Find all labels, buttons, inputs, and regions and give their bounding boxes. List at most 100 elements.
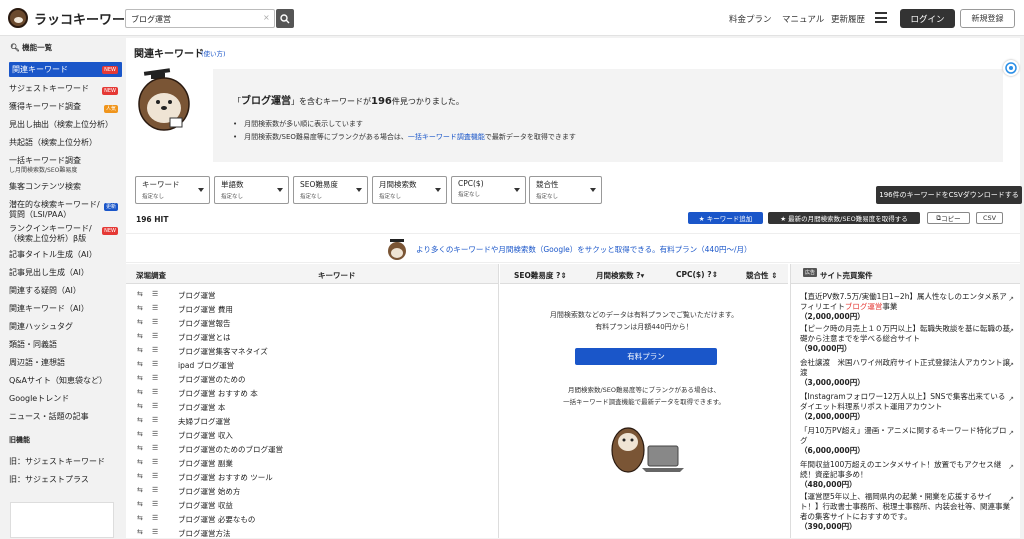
retweet-icon[interactable]: ⇆ [137, 472, 143, 480]
table-row[interactable]: ⇆ ☰ ブログ運営 [126, 288, 498, 301]
list-icon[interactable]: ☰ [152, 486, 158, 494]
col-cpc[interactable]: CPC($) ?⇕ [676, 270, 718, 279]
sidebar-item-lsi[interactable]: 潜在的な検索キーワード/ 質問（LSI/PAA） 更新 [9, 200, 122, 220]
table-row[interactable]: ⇆ ☰ ipad ブログ運営 [126, 358, 498, 371]
retweet-icon[interactable]: ⇆ [137, 528, 143, 536]
fetch-latest-data-button[interactable]: ★ 最新の月間検索数/SEO難易度を取得する [768, 212, 920, 224]
keyword-cell[interactable]: ブログ運営 [178, 290, 216, 301]
sidebar-item-content-search[interactable]: 集客コンテンツ検索 [9, 182, 122, 192]
list-icon[interactable]: ☰ [152, 416, 158, 424]
nav-pricing[interactable]: 料金プラン [729, 13, 772, 25]
table-row[interactable]: ⇆ ☰ ブログ運営のための [126, 372, 498, 385]
keyword-cell[interactable]: ブログ運営 収入 [178, 430, 233, 441]
extension-icon[interactable] [1003, 60, 1019, 76]
retweet-icon[interactable]: ⇆ [137, 304, 143, 312]
filter-monthly-volume[interactable]: 月間検索数 指定なし [372, 176, 447, 204]
signup-button[interactable]: 新規登録 [960, 9, 1015, 28]
list-icon[interactable]: ☰ [152, 388, 158, 396]
sidebar-item-ai-title[interactable]: 記事タイトル生成（AI） [9, 250, 122, 260]
sidebar-banner[interactable] [10, 502, 114, 538]
keyword-cell[interactable]: ブログ運営報告 [178, 318, 231, 329]
list-icon[interactable]: ☰ [152, 444, 158, 452]
add-keyword-button[interactable]: ★ キーワード追加 [688, 212, 763, 224]
table-row[interactable]: ⇆ ☰ ブログ運営方法 [126, 526, 498, 539]
list-icon[interactable]: ☰ [152, 458, 158, 466]
list-icon[interactable]: ☰ [152, 332, 158, 340]
table-row[interactable]: ⇆ ☰ ブログ運営 おすすめ ツール [126, 470, 498, 483]
table-row[interactable]: ⇆ ☰ ブログ運営 本 [126, 400, 498, 413]
keyword-cell[interactable]: ブログ運営 本 [178, 402, 225, 413]
keyword-cell[interactable]: ブログ運営 おすすめ 本 [178, 388, 258, 399]
table-row[interactable]: ⇆ ☰ 夫婦ブログ運営 [126, 414, 498, 427]
external-link-icon[interactable]: ↗ [1008, 360, 1014, 370]
list-icon[interactable]: ☰ [152, 304, 158, 312]
menu-icon[interactable] [875, 12, 887, 23]
search-button[interactable] [276, 9, 294, 28]
retweet-icon[interactable]: ⇆ [137, 430, 143, 438]
table-row[interactable]: ⇆ ☰ ブログ運営 必要なもの [126, 512, 498, 525]
external-link-icon[interactable]: ↗ [1008, 428, 1014, 438]
table-row[interactable]: ⇆ ☰ ブログ運営とは [126, 330, 498, 343]
external-link-icon[interactable]: ↗ [1008, 462, 1014, 472]
keyword-cell[interactable]: ブログ運営 副業 [178, 458, 233, 469]
sidebar-item-ai-keywords[interactable]: 関連キーワード（AI） [9, 304, 122, 314]
sidebar-item-bulk[interactable]: 一括キーワード調査 し月間検索数/SEO難易度 [9, 156, 122, 176]
sidebar-item-ai-heading[interactable]: 記事見出し生成（AI） [9, 268, 122, 278]
retweet-icon[interactable]: ⇆ [137, 402, 143, 410]
filter-word-count[interactable]: 単語数 指定なし [214, 176, 289, 204]
sidebar-item-associations[interactable]: 周辺語・連想語 [9, 358, 122, 368]
filter-cpc[interactable]: CPC($) 指定なし [451, 176, 526, 204]
keyword-cell[interactable]: ipad ブログ運営 [178, 360, 234, 371]
search-input[interactable]: ブログ運営 [125, 9, 275, 28]
sidebar-item-old-suggest[interactable]: 旧：サジェストキーワード [9, 457, 122, 467]
sidebar-item-related-keywords[interactable]: 関連キーワード NEW [9, 62, 122, 77]
table-row[interactable]: ⇆ ☰ ブログ運営のためのブログ運営 [126, 442, 498, 455]
copy-button[interactable]: ⧉ コピー [927, 212, 970, 224]
retweet-icon[interactable]: ⇆ [137, 500, 143, 508]
list-icon[interactable]: ☰ [152, 374, 158, 382]
list-icon[interactable]: ☰ [152, 472, 158, 480]
table-row[interactable]: ⇆ ☰ ブログ運営報告 [126, 316, 498, 329]
site-sale-listing[interactable]: 【ピーク時の月売上１０万円以上】転職失敗談を基に転職の基礎から注意までを学べる総… [800, 324, 1014, 354]
keyword-cell[interactable]: ブログ運営方法 [178, 528, 231, 539]
sidebar-item-old-suggest-plus[interactable]: 旧：サジェストプラス [9, 475, 122, 485]
external-link-icon[interactable]: ↗ [1008, 326, 1014, 336]
list-icon[interactable]: ☰ [152, 430, 158, 438]
keyword-cell[interactable]: ブログ運営 必要なもの [178, 514, 255, 525]
site-sale-listing[interactable]: 【運営歴5年以上、福岡県内の起業・開業を応援するサイト！】行政書士事務所、税理士… [800, 492, 1014, 532]
list-icon[interactable]: ☰ [152, 500, 158, 508]
retweet-icon[interactable]: ⇆ [137, 444, 143, 452]
keyword-cell[interactable]: ブログ運営 収益 [178, 500, 233, 511]
col-keyword[interactable]: キーワード [318, 270, 356, 281]
sidebar-item-qa[interactable]: Q&Aサイト（知恵袋など） [9, 376, 122, 386]
table-row[interactable]: ⇆ ☰ ブログ運営 費用 [126, 302, 498, 315]
sidebar-item-headings[interactable]: 見出し抽出（検索上位分析） [9, 120, 122, 130]
retweet-icon[interactable]: ⇆ [137, 486, 143, 494]
sidebar-item-acquired[interactable]: 獲得キーワード調査 人気 [9, 102, 122, 113]
table-row[interactable]: ⇆ ☰ ブログ運営集客マネタイズ [126, 344, 498, 357]
col-seo-difficulty[interactable]: SEO難易度 ?⇕ [514, 270, 567, 281]
list-icon[interactable]: ☰ [152, 290, 158, 298]
list-icon[interactable]: ☰ [152, 346, 158, 354]
sidebar-item-hashtags[interactable]: 関連ハッシュタグ [9, 322, 122, 332]
retweet-icon[interactable]: ⇆ [137, 332, 143, 340]
csv-button[interactable]: CSV [976, 212, 1003, 224]
retweet-icon[interactable]: ⇆ [137, 458, 143, 466]
site-sale-listing[interactable]: 【直近PV数7.5万/実働1日1~2h】属人性なしのエンタメ系アフィリエイトブロ… [800, 292, 1014, 322]
site-sale-listing[interactable]: 年間収益100万超えのエンタメサイト！放置でもアクセス継続！資産記事多め！ （48… [800, 460, 1014, 490]
table-row[interactable]: ⇆ ☰ ブログ運営 副業 [126, 456, 498, 469]
external-link-icon[interactable]: ↗ [1008, 494, 1014, 504]
paid-plan-button[interactable]: 有料プラン [575, 348, 717, 365]
retweet-icon[interactable]: ⇆ [137, 346, 143, 354]
retweet-icon[interactable]: ⇆ [137, 374, 143, 382]
keyword-cell[interactable]: ブログ運営 おすすめ ツール [178, 472, 273, 483]
nav-manual[interactable]: マニュアル [782, 13, 824, 25]
col-monthly-volume[interactable]: 月間検索数 ?▾ [596, 270, 644, 281]
retweet-icon[interactable]: ⇆ [137, 416, 143, 424]
keyword-cell[interactable]: ブログ運営のためのブログ運営 [178, 444, 283, 455]
filter-seo-difficulty[interactable]: SEO難易度 指定なし [293, 176, 368, 204]
list-icon[interactable]: ☰ [152, 360, 158, 368]
sidebar-item-news[interactable]: ニュース・話題の記事 [9, 412, 122, 422]
keyword-cell[interactable]: ブログ運営集客マネタイズ [178, 346, 268, 357]
sidebar-item-trends[interactable]: Googleトレンド [9, 394, 122, 404]
